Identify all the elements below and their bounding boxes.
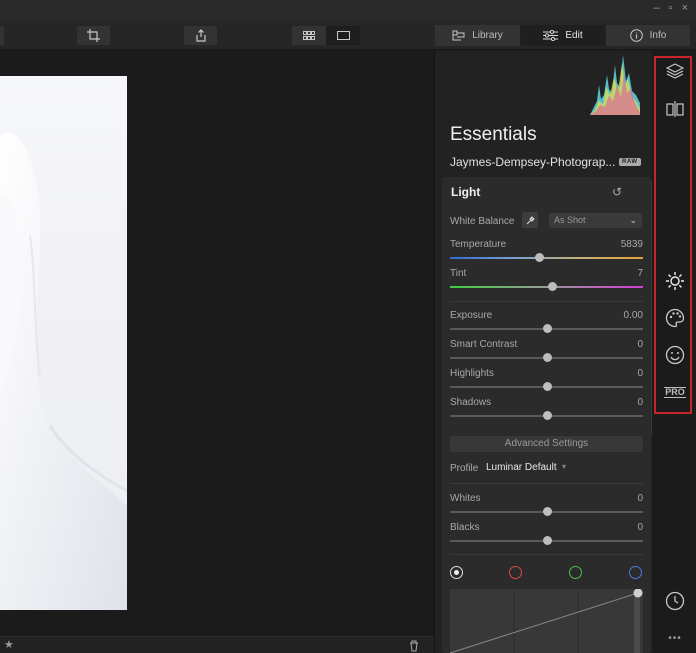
mode-tabs: Library Edit Info	[435, 25, 690, 46]
slider-thumb[interactable]	[542, 382, 552, 391]
light-section: Light ↺ White Balance As Shot ⌄ Temperat…	[442, 177, 651, 653]
white-balance-value: As Shot	[554, 215, 586, 225]
tab-info-label: Info	[649, 30, 667, 41]
slider-value: 7	[637, 268, 643, 279]
view-mode-toggle	[292, 26, 360, 45]
filename: Jaymes-Dempsey-Photograp...	[450, 155, 616, 169]
crop-icon	[87, 29, 100, 42]
highlight-box	[654, 56, 692, 414]
trash-icon[interactable]	[409, 640, 419, 652]
grid-view-button[interactable]	[292, 26, 326, 45]
photo-preview	[0, 76, 127, 610]
slider-thumb[interactable]	[542, 536, 552, 545]
slider-label: Whites	[450, 493, 481, 504]
title-bar: – ▫ ×	[0, 0, 696, 20]
restore-button[interactable]: ▫	[669, 2, 673, 14]
crop-button[interactable]	[77, 26, 110, 45]
slider-label: Shadows	[450, 397, 492, 408]
single-image-icon	[336, 31, 350, 40]
history-icon[interactable]	[664, 590, 686, 612]
single-view-button[interactable]	[326, 26, 360, 45]
more-icon[interactable]: •••	[664, 627, 686, 649]
white-balance-select[interactable]: As Shot ⌄	[549, 213, 642, 228]
window-controls: – ▫ ×	[654, 2, 688, 14]
grid-icon	[303, 31, 315, 40]
share-icon	[195, 29, 206, 42]
reset-icon[interactable]: ↺	[612, 185, 622, 199]
tab-edit[interactable]: Edit	[520, 25, 605, 46]
slider-label: Blacks	[450, 522, 480, 533]
slider-label: Tint	[450, 268, 467, 279]
divider	[450, 554, 643, 555]
blacks-slider[interactable]: Blacks 0	[450, 522, 643, 548]
tone-curve-graph	[449, 588, 643, 653]
slider-track	[450, 286, 643, 288]
curve-channel-selector	[450, 566, 643, 580]
image-canvas[interactable]	[0, 51, 434, 636]
tab-library-label: Library	[472, 30, 503, 41]
channel-red-button[interactable]	[509, 566, 522, 579]
tone-curve[interactable]	[449, 588, 643, 653]
whites-slider[interactable]: Whites 0	[450, 493, 643, 519]
channel-rgb-button[interactable]	[450, 566, 463, 579]
slider-track	[450, 257, 643, 259]
left-toolbar-button[interactable]	[0, 26, 4, 45]
library-icon	[452, 30, 465, 41]
minimize-button[interactable]: –	[654, 2, 660, 14]
raw-badge: RAW	[619, 158, 641, 166]
slider-thumb[interactable]	[542, 507, 552, 516]
advanced-settings-button[interactable]: Advanced Settings	[450, 436, 643, 452]
exposure-slider[interactable]: Exposure 0.00	[450, 310, 643, 336]
slider-value: 0	[637, 339, 643, 350]
shadows-slider[interactable]: Shadows 0	[450, 397, 643, 423]
photo-bird-image	[0, 132, 127, 610]
sliders-icon	[543, 30, 559, 41]
channel-green-button[interactable]	[569, 566, 582, 579]
histogram	[590, 55, 640, 115]
profile-label: Profile	[450, 463, 479, 474]
star-rating-icon[interactable]: ★	[4, 638, 14, 651]
slider-label: Highlights	[450, 368, 494, 379]
temperature-slider[interactable]: Temperature 5839	[450, 239, 643, 265]
tint-slider[interactable]: Tint 7	[450, 268, 643, 294]
channel-blue-button[interactable]	[629, 566, 642, 579]
divider	[450, 483, 643, 484]
close-button[interactable]: ×	[682, 2, 688, 14]
slider-value: 0	[637, 522, 643, 533]
chevron-down-icon: ⌄	[629, 215, 637, 225]
slider-thumb[interactable]	[542, 411, 552, 420]
slider-value: 0	[637, 368, 643, 379]
info-icon	[629, 29, 643, 42]
eyedropper-icon	[526, 215, 535, 224]
eyedropper-button[interactable]	[522, 212, 538, 228]
divider	[450, 301, 643, 302]
slider-value: 0	[637, 397, 643, 408]
white-balance-label: White Balance	[450, 216, 515, 227]
slider-thumb[interactable]	[534, 253, 544, 262]
bottom-bar: ★	[0, 636, 434, 653]
toolbar: Library Edit Info	[0, 20, 696, 50]
tab-info[interactable]: Info	[605, 25, 690, 46]
profile-select[interactable]: Luminar Default	[486, 462, 557, 473]
panel-title: Essentials	[450, 124, 537, 145]
smart-contrast-slider[interactable]: Smart Contrast 0	[450, 339, 643, 365]
slider-value: 0.00	[623, 310, 643, 321]
share-button[interactable]	[184, 26, 217, 45]
slider-label: Temperature	[450, 239, 507, 250]
edit-panel: Essentials Jaymes-Dempsey-Photograp... R…	[434, 51, 652, 653]
tab-edit-label: Edit	[565, 30, 583, 41]
slider-thumb[interactable]	[542, 324, 552, 333]
slider-label: Exposure	[450, 310, 493, 321]
slider-label: Smart Contrast	[450, 339, 518, 350]
highlights-slider[interactable]: Highlights 0	[450, 368, 643, 394]
slider-thumb[interactable]	[542, 353, 552, 362]
slider-value: 5839	[620, 239, 643, 250]
slider-thumb[interactable]	[548, 282, 558, 291]
tab-library[interactable]: Library	[435, 25, 520, 46]
chevron-down-icon[interactable]: ▾	[562, 462, 566, 471]
section-title: Light	[451, 185, 481, 199]
slider-value: 0	[637, 493, 643, 504]
